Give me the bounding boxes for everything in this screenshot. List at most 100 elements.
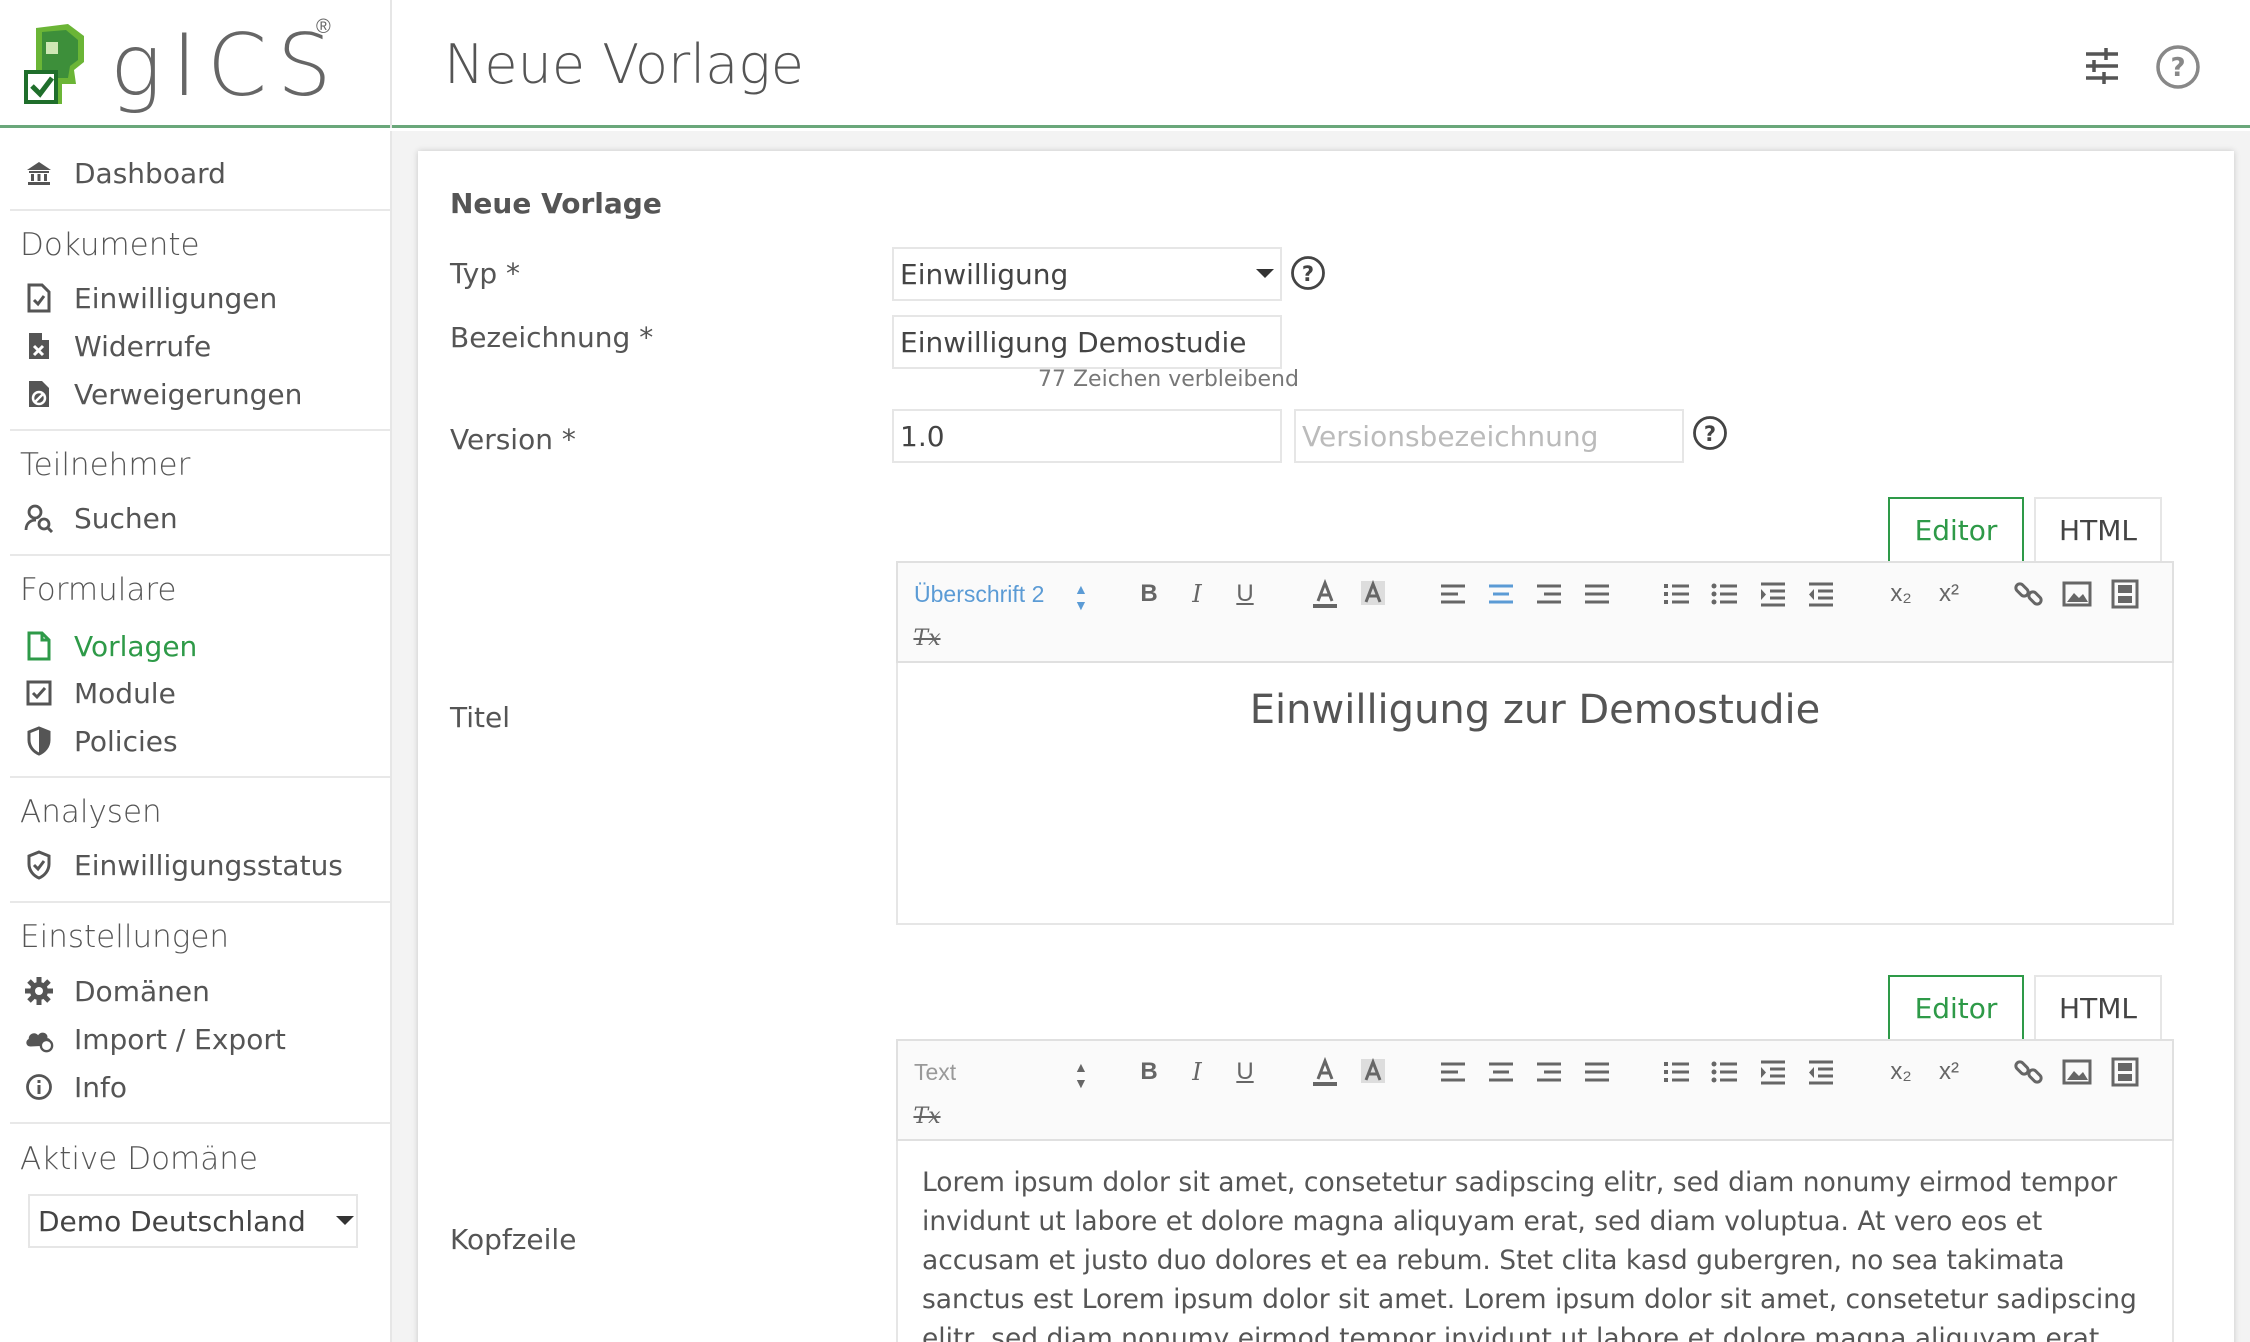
kopfzeile-editor-content[interactable]: Lorem ipsum dolor sit amet, consetetur s… [896,1141,2174,1342]
editor-toolbar: Text ▲ ▼ B I U x₂ x² Tx [896,1039,2174,1141]
version-input[interactable]: 1.0 [892,409,1282,463]
align-left-icon[interactable] [1436,1055,1470,1089]
superscript-button[interactable]: x² [1932,577,1966,611]
text-color-icon[interactable] [1308,1055,1342,1089]
sidebar-section-formulare: Formulare [20,572,177,608]
app-header: gICS ® Neue Vorlage ? [0,0,2250,128]
bullet-list-icon[interactable] [1708,1055,1742,1089]
italic-button[interactable]: I [1180,577,1214,611]
sidebar-item-dashboard[interactable]: Dashboard [24,151,226,195]
gics-logo-icon [24,24,84,104]
style-select[interactable]: Überschrift 2 ▲ ▼ [914,577,1088,614]
sidebar-item-policies[interactable]: Policies [24,719,178,763]
document-ban-icon [24,379,54,409]
updown-icon: ▲ ▼ [1074,1059,1088,1091]
sidebar-section-dokumente: Dokumente [20,227,200,263]
bezeichnung-value: Einwilligung Demostudie [900,325,1247,359]
sidebar-item-label: Vorlagen [74,629,198,663]
tab-editor[interactable]: Editor [1888,975,2024,1039]
indent-icon[interactable] [1756,1055,1790,1089]
outdent-icon[interactable] [1804,1055,1838,1089]
help-circle-icon[interactable]: ? [1692,415,1728,451]
bold-button[interactable]: B [1132,577,1166,611]
underline-button[interactable]: U [1228,577,1262,611]
gear-icon [24,976,54,1006]
align-left-icon[interactable] [1436,577,1470,611]
sidebar-divider [10,209,390,211]
help-circle-icon[interactable]: ? [1290,255,1326,291]
outdent-icon[interactable] [1804,577,1838,611]
sidebar-item-label: Einwilligungsstatus [74,848,343,882]
registered-mark: ® [316,16,331,38]
indent-icon[interactable] [1756,577,1790,611]
align-center-icon[interactable] [1484,1055,1518,1089]
italic-button[interactable]: I [1180,1055,1214,1089]
link-icon[interactable] [2012,1055,2046,1089]
main-content: Neue Vorlage Typ * Einwilligung ? Bezeic… [392,131,2250,1342]
sidebar-item-import-export[interactable]: Import / Export [24,1017,286,1061]
typ-label: Typ * [450,257,520,290]
sliders-icon[interactable] [2080,44,2124,88]
tab-html[interactable]: HTML [2034,975,2162,1039]
clear-format-button[interactable]: Tx [910,1099,944,1133]
sidebar-item-vorlagen[interactable]: Vorlagen [24,624,197,668]
sidebar-item-info[interactable]: Info [24,1065,127,1109]
sidebar-item-domaenen[interactable]: Domänen [24,969,210,1013]
video-icon[interactable] [2108,1055,2142,1089]
kopfzeile-paragraph: Lorem ipsum dolor sit amet, consetetur s… [922,1167,2137,1342]
image-icon[interactable] [2060,1055,2094,1089]
underline-button[interactable]: U [1228,1055,1262,1089]
style-select[interactable]: Text ▲ ▼ [914,1055,1088,1092]
sidebar-item-verweigerungen[interactable]: Verweigerungen [24,372,302,416]
image-icon[interactable] [2060,577,2094,611]
document-x-icon [24,331,54,361]
sidebar-item-label: Widerrufe [74,329,212,363]
sidebar-divider [10,901,390,903]
align-center-icon[interactable] [1484,577,1518,611]
info-icon [24,1072,54,1102]
sidebar-item-label: Dashboard [74,156,226,190]
video-icon[interactable] [2108,577,2142,611]
background-color-icon[interactable] [1356,1055,1390,1089]
sidebar-item-einwilligungsstatus[interactable]: Einwilligungsstatus [24,843,343,887]
sidebar-divider [10,1122,390,1124]
sidebar-section-einstellungen: Einstellungen [20,919,230,955]
help-circle-icon[interactable]: ? [2155,44,2201,90]
version-value: 1.0 [900,419,945,453]
sidebar-item-module[interactable]: Module [24,671,176,715]
sidebar-item-label: Suchen [74,501,178,535]
sidebar-item-label: Policies [74,724,178,758]
typ-select[interactable]: Einwilligung [892,247,1282,301]
bullet-list-icon[interactable] [1708,577,1742,611]
text-color-icon[interactable] [1308,577,1342,611]
bold-button[interactable]: B [1132,1055,1166,1089]
align-justify-icon[interactable] [1580,577,1614,611]
titel-editor-content[interactable]: Einwilligung zur Demostudie [896,663,2174,925]
sidebar-item-suchen[interactable]: Suchen [24,496,178,540]
ordered-list-icon[interactable] [1660,577,1694,611]
link-icon[interactable] [2012,577,2046,611]
bezeichnung-input[interactable]: Einwilligung Demostudie [892,315,1282,369]
subscript-button[interactable]: x₂ [1884,1055,1918,1089]
align-right-icon[interactable] [1532,1055,1566,1089]
background-color-icon[interactable] [1356,577,1390,611]
ordered-list-icon[interactable] [1660,1055,1694,1089]
tab-editor[interactable]: Editor [1888,497,2024,561]
tab-html[interactable]: HTML [2034,497,2162,561]
versionsbezeichnung-input[interactable]: Versionsbezeichnung [1294,409,1684,463]
superscript-button[interactable]: x² [1932,1055,1966,1089]
active-domain-value: Demo Deutschland [38,1204,306,1238]
sidebar-item-label: Module [74,676,176,710]
svg-text:?: ? [1302,262,1314,286]
align-justify-icon[interactable] [1580,1055,1614,1089]
sidebar-item-einwilligungen[interactable]: Einwilligungen [24,276,277,320]
style-select-value: Text [914,1058,957,1085]
subscript-button[interactable]: x₂ [1884,577,1918,611]
sidebar-item-label: Import / Export [74,1022,286,1056]
sidebar-item-label: Verweigerungen [74,377,303,411]
align-right-icon[interactable] [1532,577,1566,611]
active-domain-select[interactable]: Demo Deutschland [28,1194,358,1248]
clear-format-button[interactable]: Tx [910,621,944,655]
shield-check-icon [24,850,54,880]
sidebar-item-widerrufe[interactable]: Widerrufe [24,324,211,368]
